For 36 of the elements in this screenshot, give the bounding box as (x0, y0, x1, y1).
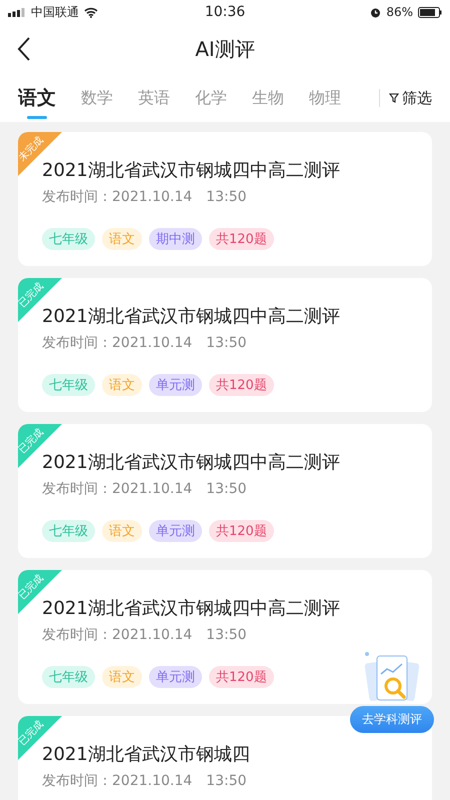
tag: 七年级 (42, 228, 95, 250)
tag: 七年级 (42, 374, 95, 396)
tag: 单元测 (149, 520, 202, 542)
test-card[interactable]: 已完成 2021湖北省武汉市钢城四中高二测评 发布时间：2021.10.14 13:50 七年级 语文 单元测 共120题 (18, 278, 432, 412)
tag: 共120题 (209, 666, 274, 688)
publish-time: 发布时间：2021.10.14 13:50 (42, 772, 248, 790)
publish-time: 发布时间：2021.10.14 13:50 (42, 334, 248, 352)
publish-time: 发布时间：2021.10.14 13:50 (42, 188, 248, 206)
wifi-icon (84, 6, 98, 18)
carrier-name: 中国联通 (31, 4, 79, 20)
tag: 共120题 (209, 520, 274, 542)
status-time: 10:36 (204, 4, 246, 20)
battery-icon (418, 6, 442, 18)
tag: 语文 (102, 228, 142, 250)
publish-time: 发布时间：2021.10.14 13:50 (42, 626, 248, 644)
tag: 共120题 (209, 228, 274, 250)
test-card[interactable]: 已完成 2021湖北省武汉市钢城四中高二测评 发布时间：2021.10.14 13:50 七年级 语文 单元测 共120题 (18, 570, 432, 704)
tag: 单元测 (149, 666, 202, 688)
subject-tab[interactable]: 语文 (18, 75, 56, 121)
tag: 语文 (102, 666, 142, 688)
filter-icon (389, 93, 399, 103)
tag: 七年级 (42, 666, 95, 688)
tag: 语文 (102, 520, 142, 542)
alarm-clock-icon (370, 6, 382, 18)
signal-icon (8, 8, 26, 16)
tag: 语文 (102, 374, 142, 396)
test-card[interactable]: 未完成 2021湖北省武汉市钢城四中高二测评 发布时间：2021.10.14 13:50 七年级 语文 期中测 共120题 (18, 132, 432, 266)
page-title: AI测评 (195, 36, 255, 62)
tag: 期中测 (149, 228, 202, 250)
battery-percent: 86% (386, 5, 413, 19)
tag: 单元测 (149, 374, 202, 396)
publish-time: 发布时间：2021.10.14 13:50 (42, 480, 248, 498)
back-icon[interactable] (17, 37, 31, 61)
tag: 共120题 (209, 374, 274, 396)
tag: 七年级 (42, 520, 95, 542)
test-card[interactable]: 已完成 2021湖北省武汉市钢城四中高二测评 发布时间：2021.10.14 13:50 七年级 语文 单元测 共120题 (18, 424, 432, 558)
